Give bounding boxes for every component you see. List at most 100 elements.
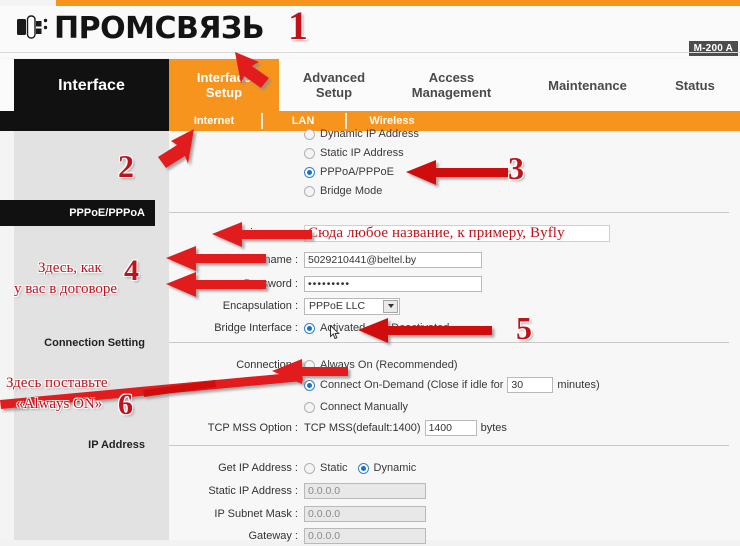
isp-option-bridge-mode[interactable]: Bridge Mode <box>169 181 382 201</box>
tab-advanced-setup[interactable]: Advanced Setup <box>279 59 389 111</box>
router-admin-page: ПРОМСВЯЗЬ M-200 A Interface Interface Se… <box>0 0 740 544</box>
bridge-activated-label: Activated <box>320 322 366 334</box>
field-tcp-mss: TCP MSS Option : TCP MSS(default:1400) 1… <box>169 418 507 438</box>
bridge-interface-label: Bridge Interface : <box>214 322 298 334</box>
get-ip-static-label: Static <box>320 462 348 474</box>
section-rule-pppoe <box>169 212 729 213</box>
section-label-ip-address: IP Address <box>88 439 145 451</box>
chevron-down-icon[interactable] <box>383 299 398 313</box>
connection-always-on-label: Always On (Recommended) <box>320 359 458 371</box>
main-navigation: Interface Interface Setup Advanced Setup… <box>0 59 740 111</box>
tcp-mss-label: TCP MSS Option : <box>207 422 298 434</box>
tcp-mss-suffix: bytes <box>480 422 507 434</box>
mouse-cursor-icon <box>330 324 341 340</box>
tab-access-management[interactable]: Access Management <box>389 59 514 111</box>
field-connect-on-demand: Connect On-Demand (Close if idle for 30 … <box>169 375 600 395</box>
annotation-note-6-line1: Здесь поставьте <box>6 375 108 391</box>
field-connection: Connection : Always On (Recommended) <box>169 355 458 375</box>
idle-timeout-input[interactable]: 30 <box>507 377 554 393</box>
idle-timeout-suffix: minutes) <box>557 379 600 391</box>
servicename-input[interactable]: Сюда любое название, к примеру, Byfly <box>304 224 610 242</box>
tab-advanced-setup-line2: Setup <box>315 85 353 100</box>
tab-interface-setup[interactable]: Interface Setup <box>169 59 279 111</box>
field-ip-subnet-mask: IP Subnet Mask : 0.0.0.0 <box>169 504 426 524</box>
annotation-number-1: 1 <box>288 3 308 48</box>
isp-option-static-ip[interactable]: Static IP Address <box>169 143 404 163</box>
radio-bridge-deactivated[interactable] <box>375 322 387 334</box>
radio-bridge-mode[interactable] <box>304 185 315 197</box>
tab-interface-setup-line1: Interface <box>196 70 252 85</box>
encapsulation-label: Encapsulation : <box>222 300 298 312</box>
field-connect-manually: Connect Manually <box>169 397 408 417</box>
field-servicename: Servicename : Сюда любое название, к при… <box>169 223 610 243</box>
isp-option-dynamic-ip[interactable]: Dynamic IP Address <box>169 124 419 144</box>
annotation-note-4-line2: у вас в договоре <box>14 281 118 297</box>
tab-access-management-line1: Access <box>428 70 475 85</box>
tab-status[interactable]: Status <box>655 59 735 111</box>
isp-option-pppoa-pppoe-label: PPPoA/PPPoE <box>320 166 394 178</box>
annotation-number-5: 5 <box>516 310 532 346</box>
password-input[interactable]: ••••••••• <box>304 276 482 292</box>
field-username: Username : 5029210441@beltel.by <box>169 250 482 270</box>
radio-ip-dynamic[interactable] <box>357 462 369 474</box>
nav-home-label: Interface <box>58 76 125 94</box>
connection-on-demand-label: Connect On-Demand (Close if idle for <box>320 379 504 391</box>
servicename-label: Servicename : <box>227 227 298 239</box>
nav-home-interface[interactable]: Interface <box>14 59 169 111</box>
connection-manual-label: Connect Manually <box>320 401 409 413</box>
section-band-pppoe-label: PPPoE/PPPoA <box>69 207 145 219</box>
page-header: ПРОМСВЯЗЬ M-200 A <box>0 6 740 58</box>
isp-option-static-ip-label: Static IP Address <box>320 147 404 159</box>
radio-ip-static[interactable] <box>304 462 315 474</box>
field-password: Password : ••••••••• <box>169 274 482 294</box>
tab-maintenance-label: Maintenance <box>548 77 627 93</box>
field-bridge-interface: Bridge Interface : Activated Deactivated <box>169 318 449 338</box>
promsvyaz-logo-icon <box>16 12 50 46</box>
field-get-ip-address: Get IP Address : Static Dynamic <box>169 458 416 478</box>
brand-logo: ПРОМСВЯЗЬ <box>16 11 265 46</box>
annotation-number-4: 4 <box>124 254 139 287</box>
username-input[interactable]: 5029210441@beltel.by <box>304 252 482 268</box>
annotation-number-2: 2 <box>118 148 134 184</box>
get-ip-dynamic-label: Dynamic <box>373 462 417 474</box>
section-band-pppoe: PPPoE/PPPoA <box>0 200 155 226</box>
field-encapsulation: Encapsulation : PPPoE LLC <box>169 296 400 316</box>
gateway-label: Gateway : <box>248 530 298 542</box>
radio-pppoa-pppoe[interactable] <box>304 166 315 178</box>
bridge-deactivated-label: Deactivated <box>391 322 450 334</box>
encapsulation-select[interactable]: PPPoE LLC <box>304 297 400 315</box>
radio-dynamic-ip[interactable] <box>304 128 315 140</box>
isp-option-pppoa-pppoe[interactable]: PPPoA/PPPoE <box>169 162 394 182</box>
annotation-note-6-line2: «Always ON» <box>16 396 103 412</box>
isp-option-bridge-mode-label: Bridge Mode <box>320 185 383 197</box>
tab-advanced-setup-line1: Advanced <box>302 70 366 85</box>
password-label: Password : <box>243 278 298 290</box>
field-gateway: Gateway : 0.0.0.0 <box>169 526 426 546</box>
subnav-left-cap <box>0 111 169 131</box>
ip-subnet-mask-input[interactable]: 0.0.0.0 <box>304 506 426 522</box>
radio-static-ip[interactable] <box>304 147 315 159</box>
section-label-connection-setting: Connection Setting <box>44 337 145 349</box>
tcp-mss-prefix: TCP MSS(default:1400) <box>304 422 421 434</box>
tab-access-management-line2: Management <box>411 85 492 100</box>
username-label: Username : <box>241 254 298 266</box>
get-ip-address-label: Get IP Address : <box>218 462 298 474</box>
tab-maintenance[interactable]: Maintenance <box>520 59 655 111</box>
header-divider <box>0 52 740 53</box>
tab-status-label: Status <box>675 77 715 93</box>
annotation-number-3: 3 <box>508 150 524 186</box>
ip-subnet-mask-label: IP Subnet Mask : <box>214 508 298 520</box>
connection-label: Connection : <box>236 359 298 371</box>
static-ip-address-label: Static IP Address : <box>208 485 298 497</box>
radio-bridge-activated[interactable] <box>304 322 315 334</box>
tcp-mss-input[interactable]: 1400 <box>424 420 477 436</box>
section-rule-connection <box>169 342 729 343</box>
radio-connect-on-demand[interactable] <box>304 379 315 391</box>
left-section-pane <box>14 131 169 540</box>
static-ip-address-input[interactable]: 0.0.0.0 <box>304 483 426 499</box>
field-static-ip-address: Static IP Address : 0.0.0.0 <box>169 481 426 501</box>
brand-name: ПРОМСВЯЗЬ <box>54 11 265 46</box>
radio-always-on[interactable] <box>304 359 315 371</box>
gateway-input[interactable]: 0.0.0.0 <box>304 528 426 544</box>
radio-connect-manually[interactable] <box>304 401 315 413</box>
